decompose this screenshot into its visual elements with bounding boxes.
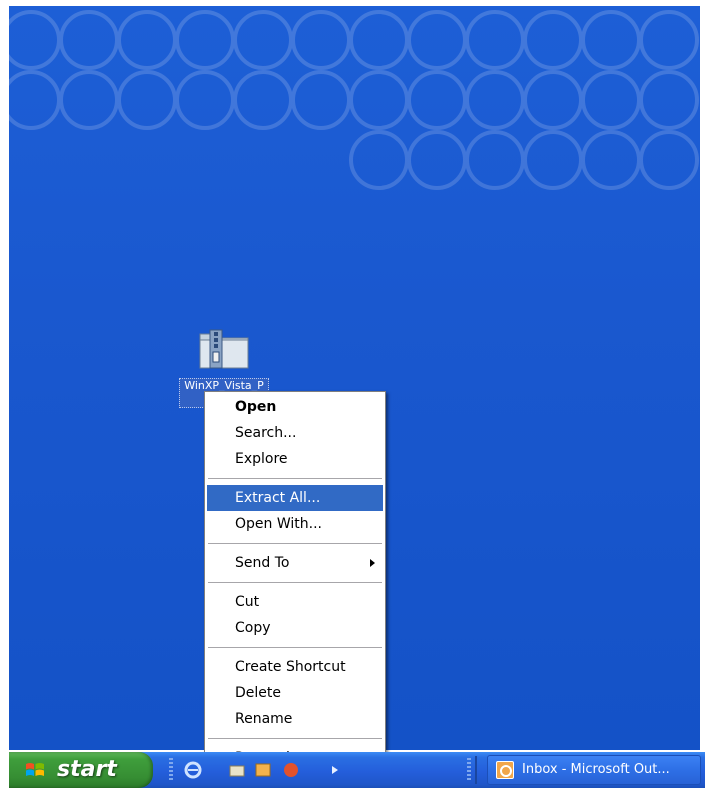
- menu-separator: [208, 543, 382, 544]
- menu-item-create-shortcut[interactable]: Create Shortcut: [207, 654, 383, 680]
- wallpaper-pattern: [9, 10, 699, 190]
- context-menu: Open Search... Explore Extract All... Op…: [204, 391, 386, 774]
- task-button-label: Inbox - Microsoft Out...: [522, 762, 670, 777]
- taskbar-separator: [475, 756, 477, 784]
- chevron-right-icon[interactable]: [327, 760, 347, 780]
- start-button[interactable]: start: [9, 752, 153, 788]
- taskbar-grip[interactable]: [467, 758, 471, 782]
- show-desktop-icon[interactable]: [227, 760, 247, 780]
- menu-item-search[interactable]: Search...: [207, 420, 383, 446]
- triangle-right-icon: [370, 559, 375, 567]
- menu-item-explore[interactable]: Explore: [207, 446, 383, 472]
- menu-item-cut[interactable]: Cut: [207, 589, 383, 615]
- start-label: start: [57, 757, 117, 782]
- menu-item-copy[interactable]: Copy: [207, 615, 383, 641]
- menu-item-rename[interactable]: Rename: [207, 706, 383, 732]
- outlook-quicklaunch-icon[interactable]: [253, 760, 273, 780]
- menu-separator: [208, 582, 382, 583]
- menu-separator: [208, 647, 382, 648]
- menu-separator: [208, 478, 382, 479]
- menu-separator: [208, 738, 382, 739]
- menu-item-open-with[interactable]: Open With...: [207, 511, 383, 537]
- zip-folder-icon: [196, 324, 252, 370]
- menu-item-extract-all[interactable]: Extract All...: [207, 485, 383, 511]
- menu-item-delete[interactable]: Delete: [207, 680, 383, 706]
- windows-logo-icon: [26, 763, 44, 776]
- taskbar: start Inbox - Microsoft Out...: [9, 752, 705, 788]
- menu-item-open[interactable]: Open: [207, 394, 383, 420]
- quicklaunch-grip[interactable]: [169, 758, 173, 782]
- media-player-icon[interactable]: [281, 760, 301, 780]
- outlook-icon: [496, 761, 514, 779]
- menu-item-send-to[interactable]: Send To: [207, 550, 383, 576]
- menu-item-send-to-label: Send To: [235, 555, 290, 571]
- task-button-inbox[interactable]: Inbox - Microsoft Out...: [487, 755, 701, 785]
- ie-icon[interactable]: [183, 760, 203, 780]
